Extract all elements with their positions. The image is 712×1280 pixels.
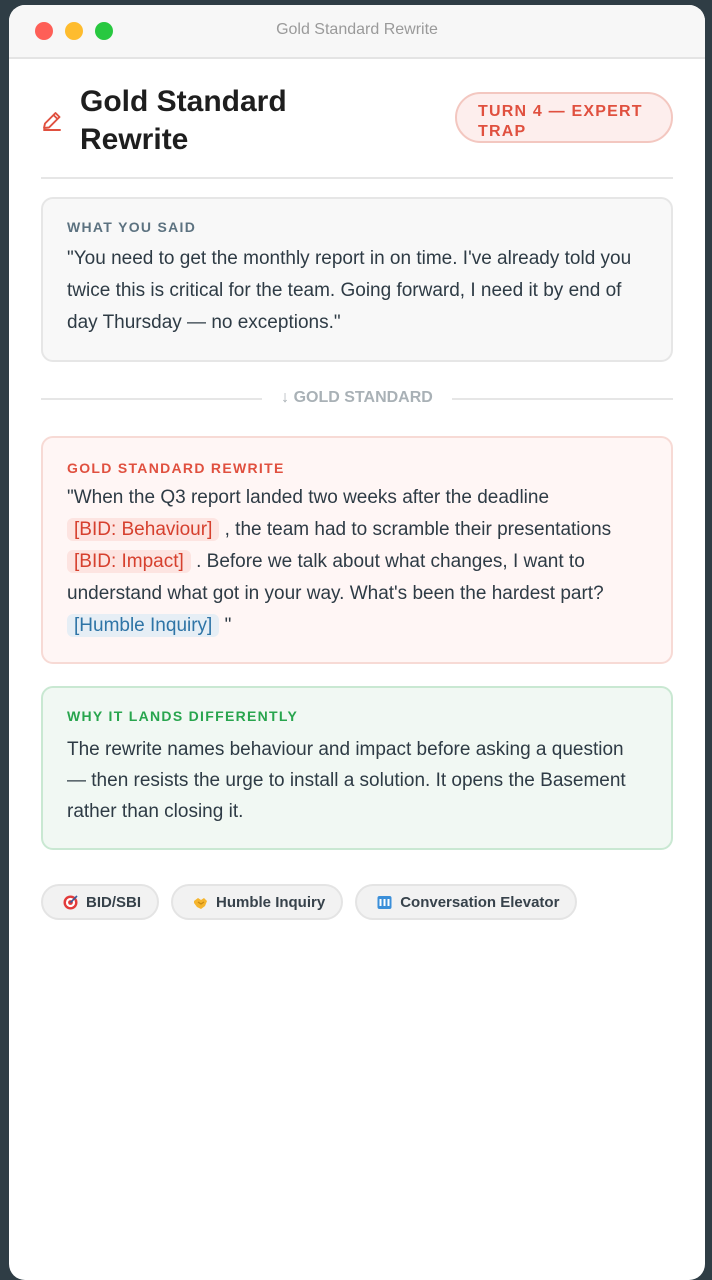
window-title: Gold Standard Rewrite bbox=[276, 21, 438, 38]
what-you-said-card: WHAT YOU SAID "You need to get the month… bbox=[41, 197, 673, 362]
divider-line-right bbox=[452, 398, 673, 400]
chip-label: BID/SBI bbox=[86, 893, 142, 911]
handshake-icon bbox=[193, 895, 208, 910]
humble-inquiry-tag: [Humble Inquiry] bbox=[67, 614, 220, 637]
main-content: Gold Standard Rewrite TURN 4 — EXPERT TR… bbox=[9, 59, 705, 920]
app-window: Gold Standard Rewrite Gold Standard Rewr… bbox=[9, 5, 705, 1280]
what-you-said-label: WHAT YOU SAID bbox=[67, 219, 197, 235]
rewrite-text-segment: "When the Q3 report landed two weeks aft… bbox=[67, 487, 550, 508]
target-icon bbox=[63, 894, 78, 910]
why-text: The rewrite names behaviour and impact b… bbox=[67, 739, 626, 822]
page-header: Gold Standard Rewrite TURN 4 — EXPERT TR… bbox=[41, 59, 673, 179]
bid-impact-tag: [BID: Impact] bbox=[67, 550, 191, 573]
gold-standard-divider: ↓ GOLD STANDARD bbox=[41, 362, 673, 436]
gold-standard-rewrite-card: GOLD STANDARD REWRITE "When the Q3 repor… bbox=[41, 436, 673, 664]
why-label: WHY IT LANDS DIFFERENTLY bbox=[67, 708, 299, 724]
chip-conversation-elevator[interactable]: Conversation Elevator bbox=[355, 884, 578, 920]
rewrite-text-segment: " bbox=[219, 615, 232, 636]
rewrite-text: "When the Q3 report landed two weeks aft… bbox=[67, 482, 647, 642]
bid-behaviour-tag: [BID: Behaviour] bbox=[67, 518, 220, 541]
chip-bid-sbi[interactable]: BID/SBI bbox=[41, 884, 160, 920]
title-bar: Gold Standard Rewrite bbox=[9, 5, 705, 59]
pencil-icon bbox=[41, 110, 63, 132]
rewrite-label: GOLD STANDARD REWRITE bbox=[67, 460, 285, 476]
technique-chips: BID/SBI Humble Inquiry Conversation Elev… bbox=[41, 884, 673, 920]
elevator-icon bbox=[377, 895, 392, 910]
chip-label: Humble Inquiry bbox=[216, 893, 326, 911]
chip-label: Conversation Elevator bbox=[400, 893, 560, 911]
chip-humble-inquiry[interactable]: Humble Inquiry bbox=[171, 884, 344, 920]
turn-badge: TURN 4 — EXPERT TRAP bbox=[455, 92, 673, 143]
why-it-lands-card: WHY IT LANDS DIFFERENTLY The rewrite nam… bbox=[41, 686, 673, 850]
what-you-said-text: "You need to get the monthly report in o… bbox=[67, 248, 632, 333]
page-title: Gold Standard Rewrite bbox=[80, 85, 287, 156]
rewrite-text-segment: , the team had to scramble their present… bbox=[219, 519, 612, 540]
